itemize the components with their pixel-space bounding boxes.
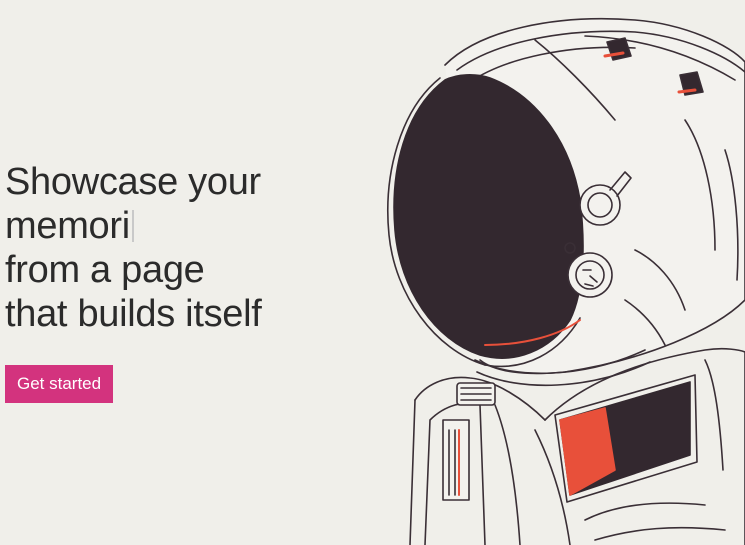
hero-section: Showcase your memori from a page that bu… [5, 160, 385, 336]
hero-headline: Showcase your memori from a page that bu… [5, 160, 385, 336]
astronaut-illustration [387, 17, 745, 545]
typing-cursor [131, 210, 134, 242]
headline-line-2: memori [5, 204, 385, 248]
headline-line-1: Showcase your [5, 161, 261, 203]
typing-text: memori [5, 205, 130, 247]
get-started-button[interactable]: Get started [5, 365, 114, 403]
landing-page: Showcase your memori from a page that bu… [0, 0, 745, 545]
headline-line-4: that builds itself [5, 293, 262, 335]
headline-line-3: from a page [5, 249, 205, 291]
